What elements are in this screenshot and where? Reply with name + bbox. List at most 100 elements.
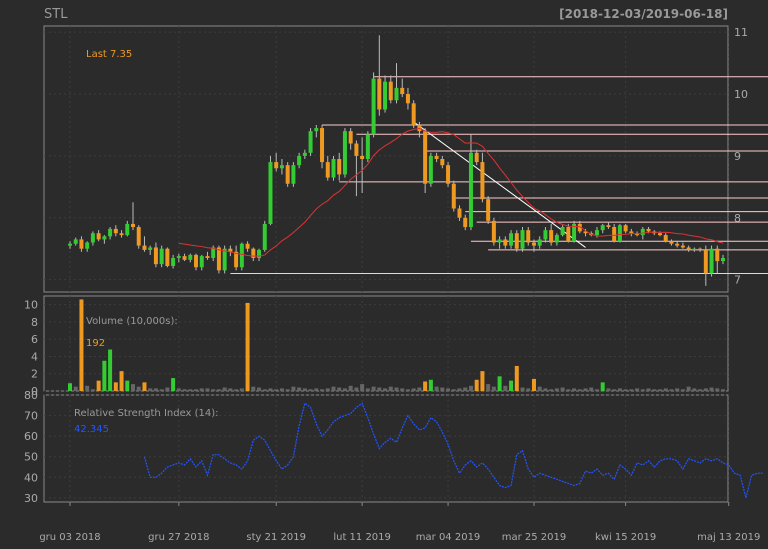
volume-bar: [279, 388, 284, 391]
x-tick-label: mar 25 2019: [502, 532, 567, 543]
candle-body: [514, 233, 519, 249]
volume-bar: [85, 385, 90, 391]
volume-bar: [451, 389, 456, 391]
volume-bar: [320, 389, 325, 391]
volume-bar: [468, 385, 473, 391]
candle-body: [360, 155, 365, 159]
candle-body: [291, 165, 296, 184]
candle-body: [428, 155, 433, 184]
candle-body: [405, 94, 410, 104]
candle-body: [503, 239, 508, 246]
candle-body: [612, 227, 617, 242]
candle-body: [520, 230, 525, 249]
volume-bar: [113, 382, 118, 391]
volume-bar: [463, 387, 468, 391]
volume-bar: [434, 386, 439, 391]
candle-body: [692, 248, 697, 250]
volume-bar: [291, 386, 296, 391]
moving-average-line: [178, 127, 724, 257]
volume-bar: [308, 389, 313, 391]
volume-bar: [234, 389, 239, 391]
volume-bar: [423, 381, 428, 391]
volume-bar: [497, 376, 502, 391]
candle-body: [617, 225, 622, 242]
candle-body: [526, 230, 531, 243]
volume-bar: [715, 388, 720, 391]
candle-body: [423, 131, 428, 184]
candle-body: [182, 256, 187, 260]
candle-body: [73, 239, 78, 244]
volume-bar: [405, 389, 410, 391]
rsi-tick-label: 80: [24, 389, 38, 402]
chart-panels: 78910110246810304050607080gru 03 2018 gru…: [24, 25, 760, 543]
price-tick-label: 8: [734, 212, 741, 225]
volume-bar: [194, 389, 199, 391]
rsi-tick-label: 40: [24, 471, 38, 484]
candle-body: [491, 220, 496, 243]
candle-body: [480, 162, 485, 200]
candle-body: [354, 143, 359, 156]
volume-bar: [428, 379, 433, 391]
volume-label: Volume (10,000s):: [86, 316, 178, 327]
candle-body: [709, 248, 714, 274]
stock-chart: STL [2018-12-03/2019-06-18] 789101102468…: [24, 7, 768, 543]
volume-bar: [342, 388, 347, 391]
volume-bar: [709, 387, 714, 391]
candle-body: [331, 159, 336, 178]
volume-bar: [102, 360, 107, 391]
volume-bar: [394, 387, 399, 391]
volume-bar: [251, 386, 256, 391]
volume-bar: [549, 389, 554, 391]
volume-bar: [560, 387, 565, 391]
volume-bar: [680, 389, 685, 391]
volume-bar: [176, 388, 181, 391]
volume-bar: [182, 389, 187, 391]
volume-bar: [491, 386, 496, 391]
trend-line: [413, 121, 586, 248]
candle-body: [497, 239, 502, 243]
candle-body: [686, 247, 691, 250]
candle-body: [400, 87, 405, 95]
volume-bar: [635, 388, 640, 391]
candle-body: [675, 243, 680, 246]
candle-body: [371, 78, 376, 135]
candle-body: [268, 162, 273, 224]
candle-body: [560, 227, 565, 236]
volume-bar: [131, 384, 136, 391]
volume-bar: [285, 389, 290, 391]
volume-bar: [188, 389, 193, 391]
volume-bar: [503, 385, 508, 391]
volume-bar: [360, 384, 365, 391]
date-range: [2018-12-03/2019-06-18]: [559, 7, 728, 21]
candle-body: [468, 152, 473, 228]
volume-bar: [686, 386, 691, 391]
candle-body: [188, 254, 193, 260]
candle-body: [308, 131, 313, 153]
volume-bar: [245, 302, 250, 391]
candle-body: [594, 230, 599, 236]
volume-bar: [440, 387, 445, 391]
volume-bar: [239, 388, 244, 391]
volume-bar: [199, 388, 204, 391]
volume-bar: [302, 388, 307, 391]
candle-body: [474, 152, 479, 163]
candle-body: [663, 235, 668, 242]
candle-body: [205, 256, 210, 258]
volume-bar: [646, 388, 651, 391]
volume-bar: [594, 389, 599, 391]
candle-body: [446, 165, 451, 184]
rsi-value: 42.345: [74, 424, 109, 435]
candle-body: [549, 230, 554, 243]
volume-bar: [171, 378, 176, 391]
candle-body: [715, 248, 720, 262]
volume-bar: [703, 388, 708, 391]
candle-body: [348, 131, 353, 144]
volume-bar: [629, 389, 634, 391]
volume-bar: [514, 365, 519, 391]
rsi-line: [143, 402, 764, 499]
candle-body: [102, 236, 107, 240]
candle-body: [342, 131, 347, 175]
volume-bar: [314, 388, 319, 391]
volume-bar: [526, 388, 531, 391]
chart-symbol: STL: [44, 7, 68, 22]
